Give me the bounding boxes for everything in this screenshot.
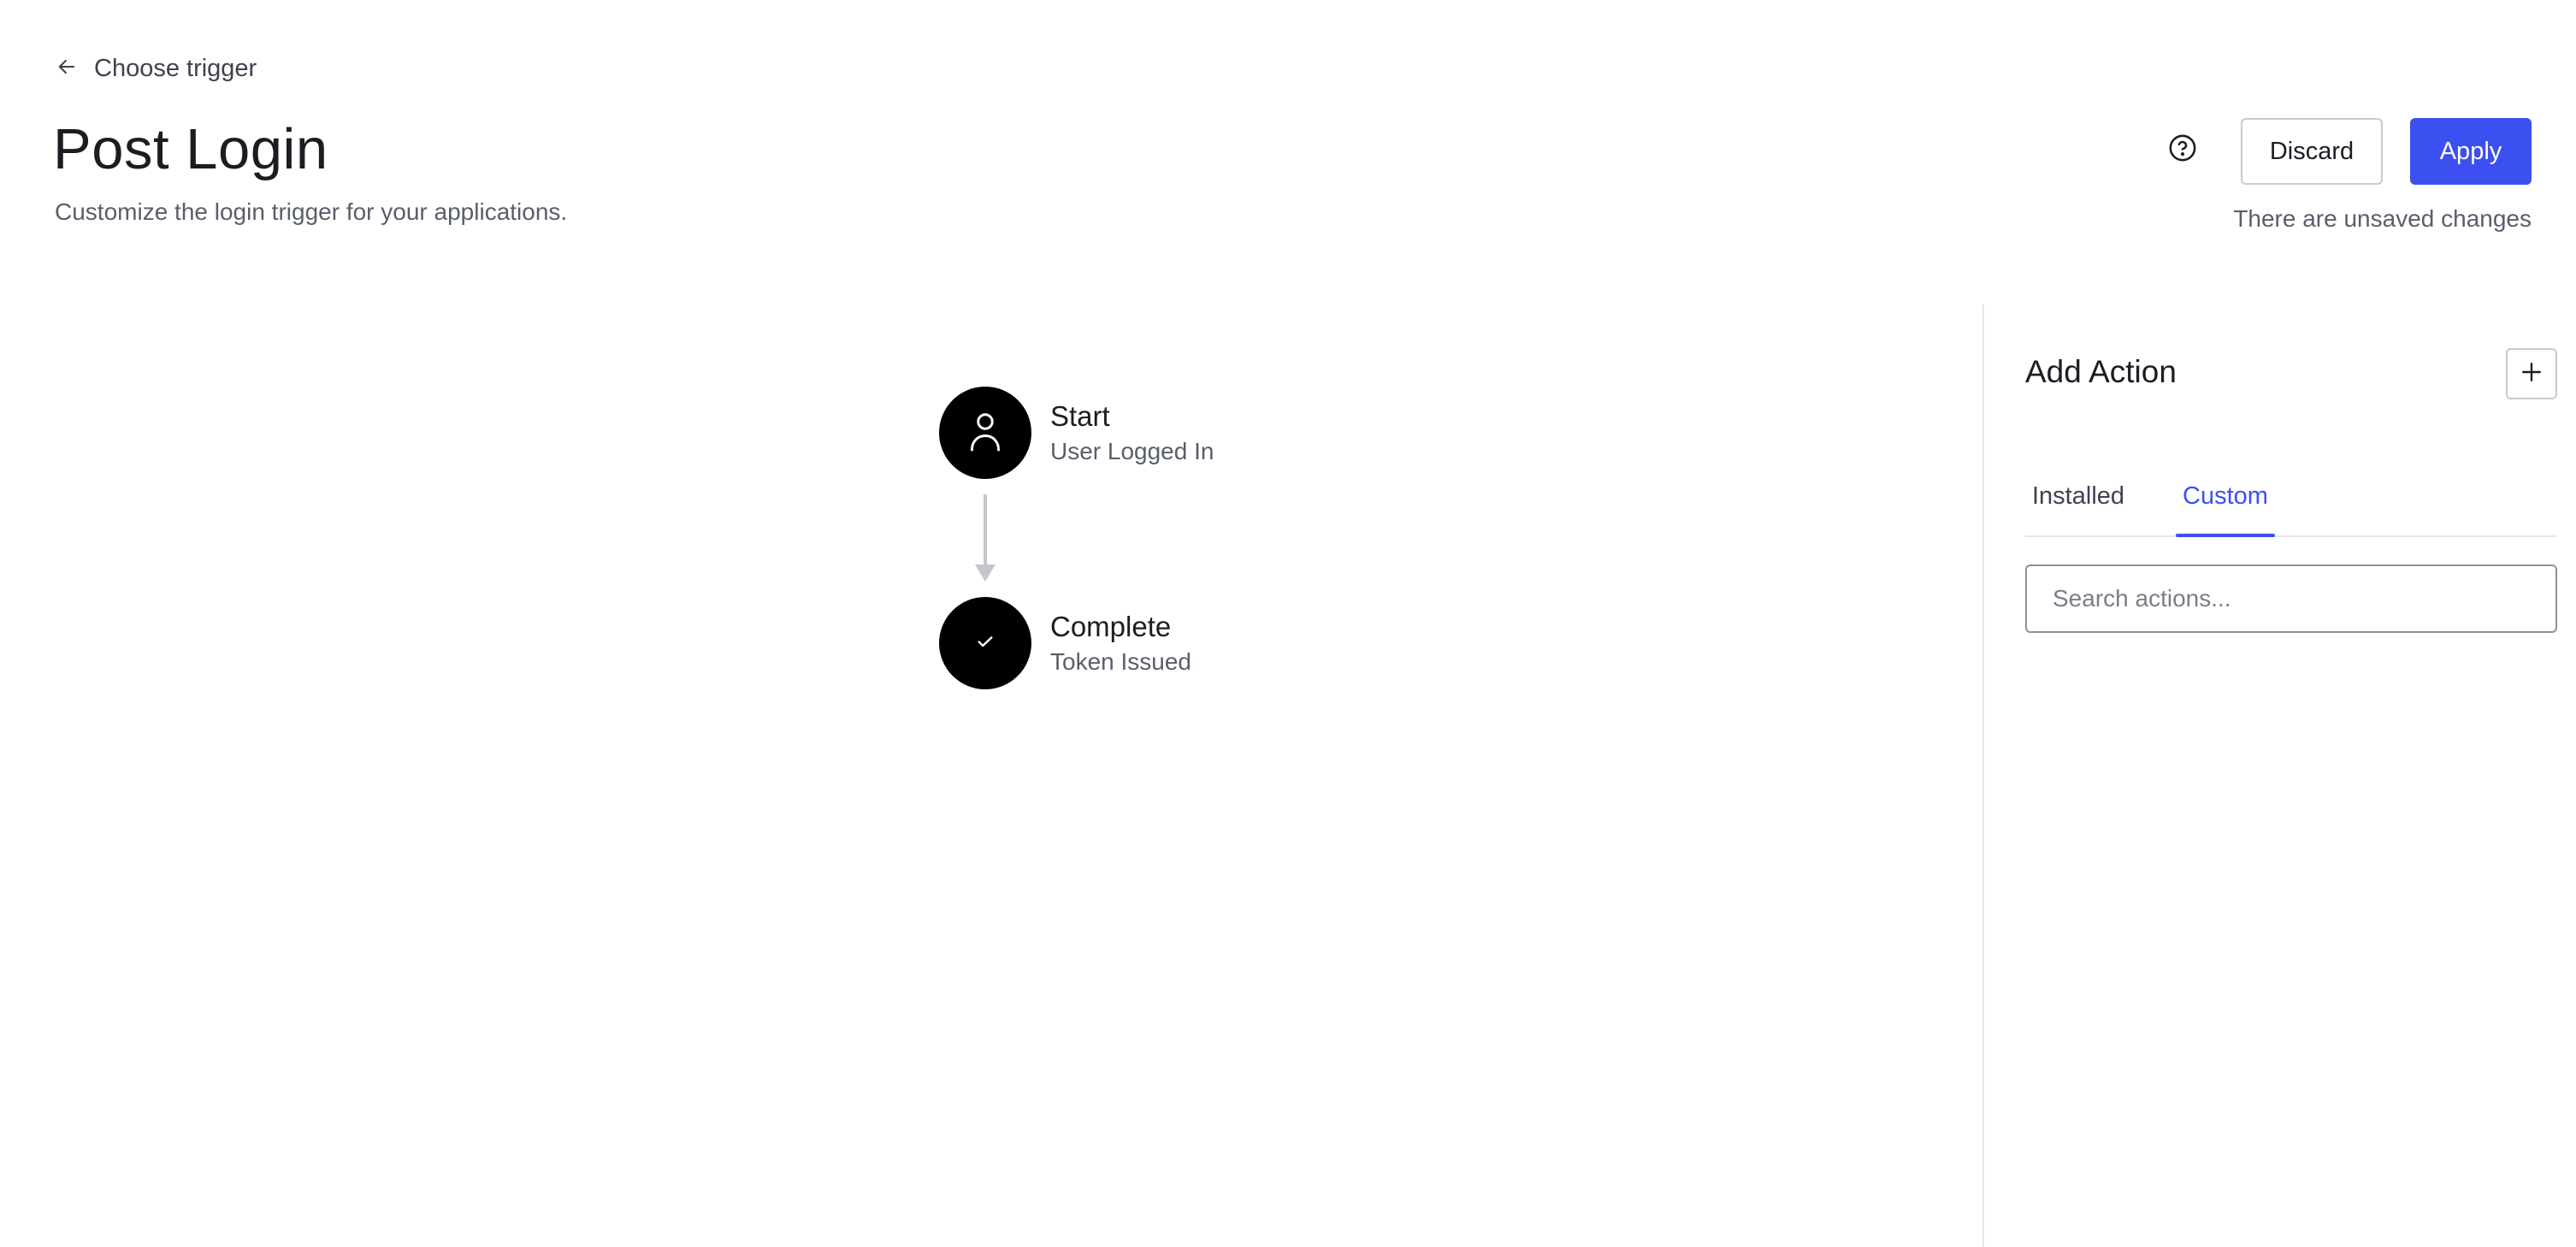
back-link-label: Choose trigger (94, 55, 257, 82)
panel-title: Add Action (2025, 354, 2177, 389)
panel-divider (1982, 304, 1984, 1247)
apply-button[interactable]: Apply (2410, 118, 2532, 185)
start-node-title: Start (1050, 400, 1110, 432)
tab-installed[interactable]: Installed (2025, 482, 2131, 535)
complete-node-subtitle: Token Issued (1050, 648, 1191, 675)
action-tabs: Installed Custom (2025, 467, 2557, 537)
discard-button[interactable]: Discard (2241, 118, 2383, 185)
unsaved-changes-note: There are unsaved changes (2233, 205, 2532, 232)
flow-connector (984, 494, 987, 573)
plus-icon (2520, 361, 2543, 387)
tab-custom[interactable]: Custom (2176, 482, 2275, 537)
start-node-subtitle: User Logged In (1050, 438, 1214, 464)
complete-node[interactable] (939, 597, 1031, 689)
help-circle-icon (2168, 133, 2197, 167)
page: Choose trigger Post Login Customize the … (0, 0, 2576, 1247)
arrow-left-icon (55, 55, 79, 83)
add-action-button[interactable] (2506, 348, 2557, 399)
page-subtitle: Customize the login trigger for your app… (55, 198, 568, 225)
check-icon (976, 632, 995, 655)
search-actions-input[interactable] (2025, 564, 2557, 633)
user-icon (966, 411, 1004, 456)
arrow-down-icon (975, 564, 996, 582)
help-button[interactable] (2167, 134, 2198, 165)
complete-node-title: Complete (1050, 611, 1172, 642)
page-title: Post Login (53, 117, 328, 181)
back-link[interactable]: Choose trigger (55, 55, 257, 83)
start-node[interactable] (939, 387, 1031, 479)
